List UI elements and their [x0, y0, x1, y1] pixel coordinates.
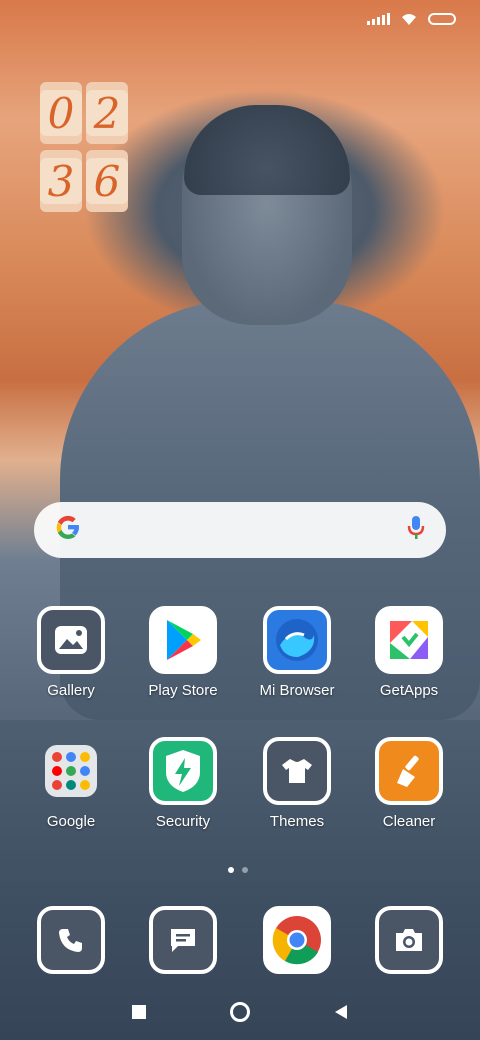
chrome-icon	[263, 906, 331, 974]
app-folder-google[interactable]: Google	[16, 737, 126, 830]
recents-icon[interactable]	[131, 1004, 147, 1020]
app-label: Themes	[269, 813, 325, 830]
clock-hour-ones: 2	[86, 82, 128, 144]
app-label: Mi Browser	[259, 682, 335, 699]
microphone-icon[interactable]	[406, 514, 426, 546]
phone-icon	[37, 906, 105, 974]
battery-icon	[428, 13, 456, 25]
google-folder-icon	[37, 737, 105, 805]
page-dot-1	[228, 867, 234, 873]
home-icon[interactable]	[229, 1001, 251, 1023]
signal-icon	[367, 13, 390, 25]
app-security[interactable]: Security	[128, 737, 238, 830]
app-label: Cleaner	[382, 813, 436, 830]
page-indicator	[228, 867, 248, 873]
google-search-bar[interactable]	[34, 502, 446, 558]
app-label: Google	[46, 813, 96, 830]
navigation-bar	[0, 990, 480, 1034]
page-dot-2	[242, 867, 248, 873]
getapps-icon	[375, 606, 443, 674]
camera-icon	[375, 906, 443, 974]
clock-hour-tens: 0	[40, 82, 82, 144]
themes-icon	[263, 737, 331, 805]
status-bar	[367, 12, 456, 26]
clock-widget[interactable]: 0 2 3 6	[40, 82, 128, 212]
gallery-icon	[37, 606, 105, 674]
cleaner-icon	[375, 737, 443, 805]
messages-icon	[149, 906, 217, 974]
wallpaper-statue-hair	[184, 105, 350, 195]
dock-messages[interactable]	[128, 906, 238, 974]
dock-chrome[interactable]	[242, 906, 352, 974]
wallpaper-statue-head	[182, 105, 352, 325]
app-cleaner[interactable]: Cleaner	[354, 737, 464, 830]
dock-phone[interactable]	[16, 906, 126, 974]
clock-minute-tens: 3	[40, 150, 82, 212]
back-icon[interactable]	[333, 1004, 349, 1020]
security-icon	[149, 737, 217, 805]
app-label: Gallery	[47, 682, 95, 699]
app-label: GetApps	[379, 682, 439, 699]
dock-camera[interactable]	[354, 906, 464, 974]
app-gallery[interactable]: Gallery	[16, 606, 126, 699]
app-play-store[interactable]: Play Store	[128, 606, 238, 699]
google-logo-icon	[54, 513, 82, 548]
mi-browser-icon	[263, 606, 331, 674]
wifi-icon	[402, 14, 416, 25]
app-label: Play Store	[148, 682, 218, 699]
play-store-icon	[149, 606, 217, 674]
app-label: Security	[155, 813, 211, 830]
app-getapps[interactable]: GetApps	[354, 606, 464, 699]
app-mi-browser[interactable]: Mi Browser	[242, 606, 352, 699]
clock-minute-ones: 6	[86, 150, 128, 212]
app-themes[interactable]: Themes	[242, 737, 352, 830]
